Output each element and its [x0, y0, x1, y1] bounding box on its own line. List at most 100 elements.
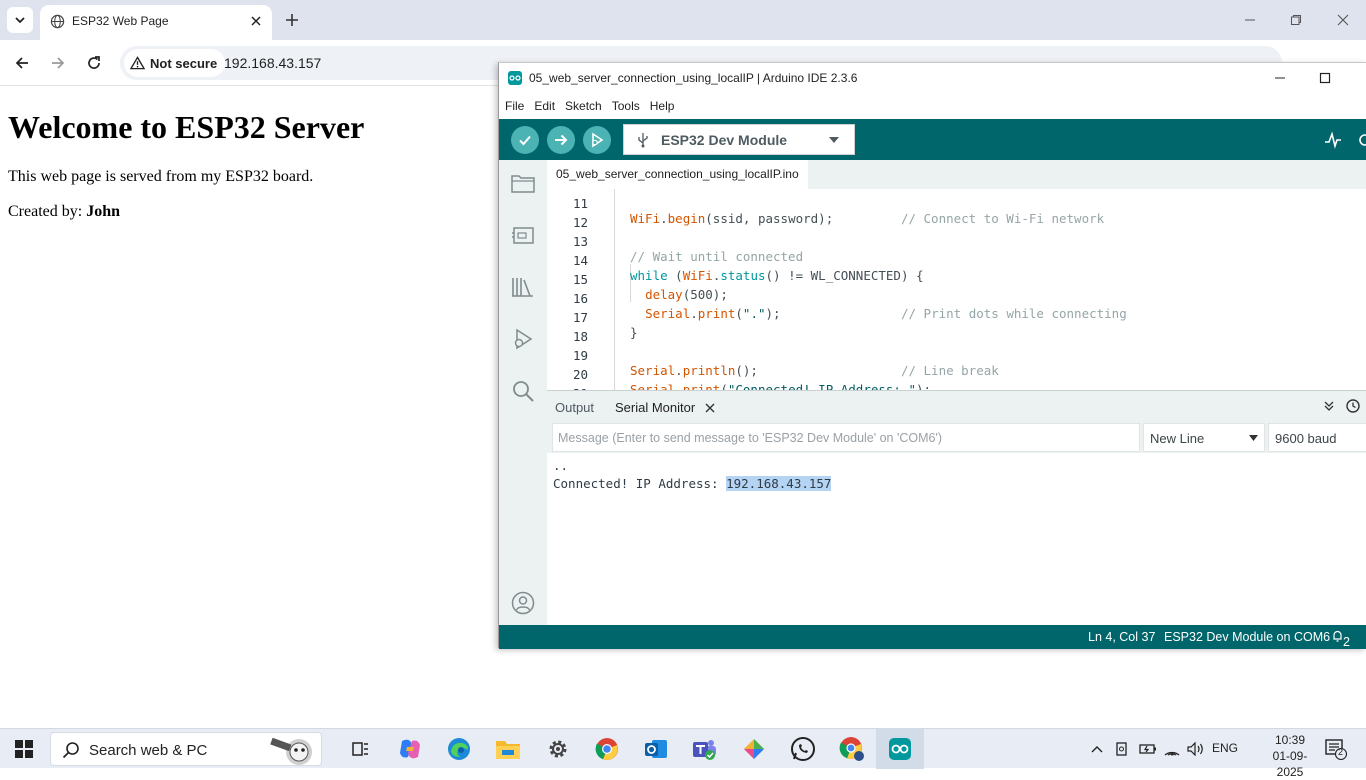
back-button[interactable] — [11, 52, 33, 74]
page-paragraph: This web page is served from my ESP32 bo… — [8, 168, 314, 185]
sketchbook-folder-icon[interactable] — [510, 170, 536, 196]
clock[interactable]: 10:39 01-09-2025 — [1260, 732, 1320, 780]
ide-maximize-button[interactable] — [1316, 69, 1334, 87]
line-ending-value: New Line — [1150, 431, 1205, 446]
code-line: 14 while (WiFi.status() != WL_CONNECTED)… — [547, 238, 1366, 283]
maximize-icon — [1319, 72, 1331, 84]
created-by-name: John — [86, 203, 120, 220]
meet-now-icon[interactable] — [1110, 735, 1134, 763]
ide-window-title: 05_web_server_connection_using_localIP |… — [529, 71, 858, 85]
restore-button[interactable] — [1286, 10, 1306, 30]
clock-time: 10:39 — [1274, 733, 1306, 747]
ide-toolbar: ESP32 Dev Module — [499, 119, 1366, 160]
tab-search-button[interactable] — [7, 7, 33, 33]
arduino-logo-icon — [508, 71, 522, 85]
clock-date: 01-09-2025 — [1272, 749, 1308, 779]
serial-monitor-output[interactable]: .. Connected! IP Address: 192.168.43.157 — [547, 453, 1366, 625]
outlook-icon[interactable] — [642, 735, 670, 763]
language-indicator[interactable]: ENG — [1212, 741, 1238, 755]
chevron-down-icon — [15, 17, 25, 24]
forward-button[interactable] — [47, 52, 69, 74]
start-button[interactable] — [10, 735, 38, 763]
close-window-button[interactable] — [1333, 10, 1353, 30]
code-line: 13 // Wait until connected — [547, 219, 1366, 264]
board-port-status[interactable]: ESP32 Dev Module on COM6 — [1164, 630, 1330, 644]
teams-icon[interactable] — [691, 735, 719, 763]
security-chip[interactable]: Not secure — [124, 49, 226, 77]
tab-output[interactable]: Output — [555, 400, 594, 415]
upload-button[interactable] — [547, 126, 575, 154]
usb-icon — [638, 133, 648, 148]
serial-plotter-button[interactable] — [1323, 130, 1343, 150]
chrome-profile-icon[interactable] — [838, 735, 866, 763]
ide-sidebar — [499, 160, 547, 625]
serial-monitor-button[interactable] — [1355, 130, 1366, 150]
taskbar-search[interactable]: Search web & PC — [50, 732, 322, 766]
gemini-app-icon[interactable] — [740, 735, 768, 763]
copilot-icon[interactable] — [396, 735, 424, 763]
task-view-icon[interactable] — [346, 735, 374, 763]
settings-gear-icon[interactable] — [544, 735, 572, 763]
cursor-position[interactable]: Ln 4, Col 37 — [1088, 630, 1155, 644]
search-icon[interactable] — [510, 378, 536, 404]
show-hidden-icons-chevron-up-icon[interactable] — [1086, 735, 1108, 763]
whatsapp-icon[interactable] — [789, 735, 817, 763]
code-line: 16 Serial.print("."); // Print dots whil… — [547, 276, 1366, 321]
url-text[interactable]: 192.168.43.157 — [224, 55, 321, 71]
checkmark-icon — [519, 135, 531, 146]
baud-rate-select[interactable]: 9600 baud — [1268, 423, 1366, 452]
minimize-button[interactable] — [1240, 10, 1260, 30]
browser-tab[interactable]: ESP32 Web Page — [40, 5, 272, 40]
code-line: 19 Serial.println(); // Line break — [547, 333, 1366, 378]
menu-sketch[interactable]: Sketch — [565, 93, 612, 119]
baud-value: 9600 baud — [1275, 431, 1337, 446]
notifications-status[interactable]: 2 — [1332, 630, 1350, 649]
battery-charging-icon[interactable] — [1136, 735, 1160, 763]
tab-sketch-file[interactable]: 05_web_server_connection_using_localIP.i… — [547, 160, 808, 189]
reload-button[interactable] — [83, 52, 105, 74]
line-ending-select[interactable]: New Line — [1143, 423, 1265, 452]
close-serial-monitor-icon[interactable] — [701, 399, 719, 417]
menu-edit[interactable]: Edit — [534, 93, 565, 119]
selected-ip-text: 192.168.43.157 — [726, 476, 832, 491]
file-explorer-icon[interactable] — [494, 735, 522, 763]
verify-button[interactable] — [511, 126, 539, 154]
serial-message-input[interactable]: Message (Enter to send message to 'ESP32… — [552, 423, 1140, 452]
board-selector[interactable]: ESP32 Dev Module — [623, 124, 855, 155]
tab-close-icon[interactable] — [248, 13, 264, 29]
menu-help[interactable]: Help — [650, 93, 685, 119]
wifi-icon[interactable] — [1160, 735, 1184, 763]
volume-icon[interactable] — [1184, 735, 1208, 763]
bottom-panel-tabs: Output Serial Monitor — [547, 391, 1366, 423]
arrow-left-icon — [15, 57, 28, 69]
tab-serial-monitor[interactable]: Serial Monitor — [615, 400, 695, 415]
code-line: 21 Serial.println(WiFi.localIP()); // Pr… — [547, 371, 1366, 390]
arrow-right-icon — [52, 57, 65, 69]
ide-minimize-button[interactable] — [1271, 69, 1289, 87]
boards-manager-icon[interactable] — [510, 222, 536, 248]
code-line: 20 Serial.print("Connected! IP Address: … — [547, 352, 1366, 390]
notification-count: 2 — [1338, 747, 1344, 757]
code-editor[interactable]: 11 WiFi.begin(ssid, password); // Connec… — [547, 189, 1366, 390]
ide-titlebar: 05_web_server_connection_using_localIP |… — [499, 63, 1366, 93]
new-tab-button[interactable] — [282, 10, 302, 30]
created-by-line: Created by: John — [8, 203, 498, 221]
arrow-right-icon — [555, 134, 568, 146]
menu-tools[interactable]: Tools — [612, 93, 650, 119]
menu-file[interactable]: File — [505, 93, 534, 119]
profile-icon[interactable] — [510, 590, 536, 616]
timestamp-toggle-icon[interactable] — [1344, 397, 1362, 415]
created-by-label: Created by: — [8, 203, 87, 220]
library-manager-icon[interactable] — [510, 274, 536, 300]
code-line: 12 — [547, 200, 1366, 230]
plotter-icon — [1325, 131, 1341, 149]
search-icon — [62, 742, 79, 759]
chrome-icon[interactable] — [593, 735, 621, 763]
edge-browser-icon[interactable] — [445, 735, 473, 763]
collapse-panel-icon[interactable] — [1320, 397, 1338, 415]
search-text: Search web & PC — [89, 742, 208, 759]
debug-button[interactable] — [583, 126, 611, 154]
arduino-ide-taskbar-icon[interactable] — [886, 735, 914, 763]
notification-center-icon[interactable]: 2 — [1322, 735, 1350, 763]
debug-panel-icon[interactable] — [510, 326, 536, 352]
